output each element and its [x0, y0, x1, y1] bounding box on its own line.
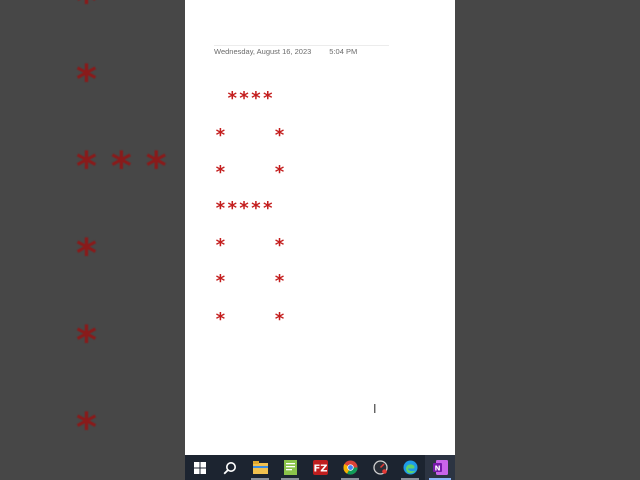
search-icon[interactable]	[215, 455, 245, 480]
star-line-2[interactable]: * *	[215, 127, 286, 145]
bg-star-line: *	[76, 318, 97, 364]
windows-start-icon[interactable]	[185, 455, 215, 480]
edge-icon[interactable]	[395, 455, 425, 480]
speed-clock-icon[interactable]	[365, 455, 395, 480]
svg-text:N: N	[434, 465, 440, 473]
chrome-icon[interactable]	[335, 455, 365, 480]
star-line-5[interactable]: * *	[215, 237, 286, 255]
notepad-icon[interactable]	[275, 455, 305, 480]
file-explorer-icon[interactable]	[245, 455, 275, 480]
page-date: Wednesday, August 16, 2023	[214, 47, 312, 56]
bg-star-line: * * *	[76, 144, 167, 190]
star-line-7[interactable]: * *	[215, 311, 286, 329]
ibeam-cursor-icon: I	[373, 402, 377, 416]
note-page[interactable]: Wednesday, August 16, 2023 5:04 PM **** *…	[185, 0, 455, 455]
star-line-3[interactable]: * *	[215, 164, 286, 182]
bg-star-line: *	[76, 0, 97, 25]
page-date-time: Wednesday, August 16, 2023 5:04 PM	[214, 47, 357, 56]
svg-text:FZ: FZ	[313, 464, 327, 475]
taskbar: FZ N	[185, 455, 455, 480]
bg-star-line: *	[76, 57, 97, 103]
bg-star-line: *	[76, 231, 97, 277]
filezilla-icon[interactable]: FZ	[305, 455, 335, 480]
date-divider	[214, 45, 389, 46]
onenote-icon[interactable]: N	[425, 455, 455, 480]
bg-star-line: *	[76, 405, 97, 451]
star-line-1[interactable]: ****	[215, 90, 274, 108]
page-time: 5:04 PM	[329, 47, 358, 56]
star-line-4[interactable]: *****	[215, 200, 274, 218]
star-line-6[interactable]: * *	[215, 273, 286, 291]
